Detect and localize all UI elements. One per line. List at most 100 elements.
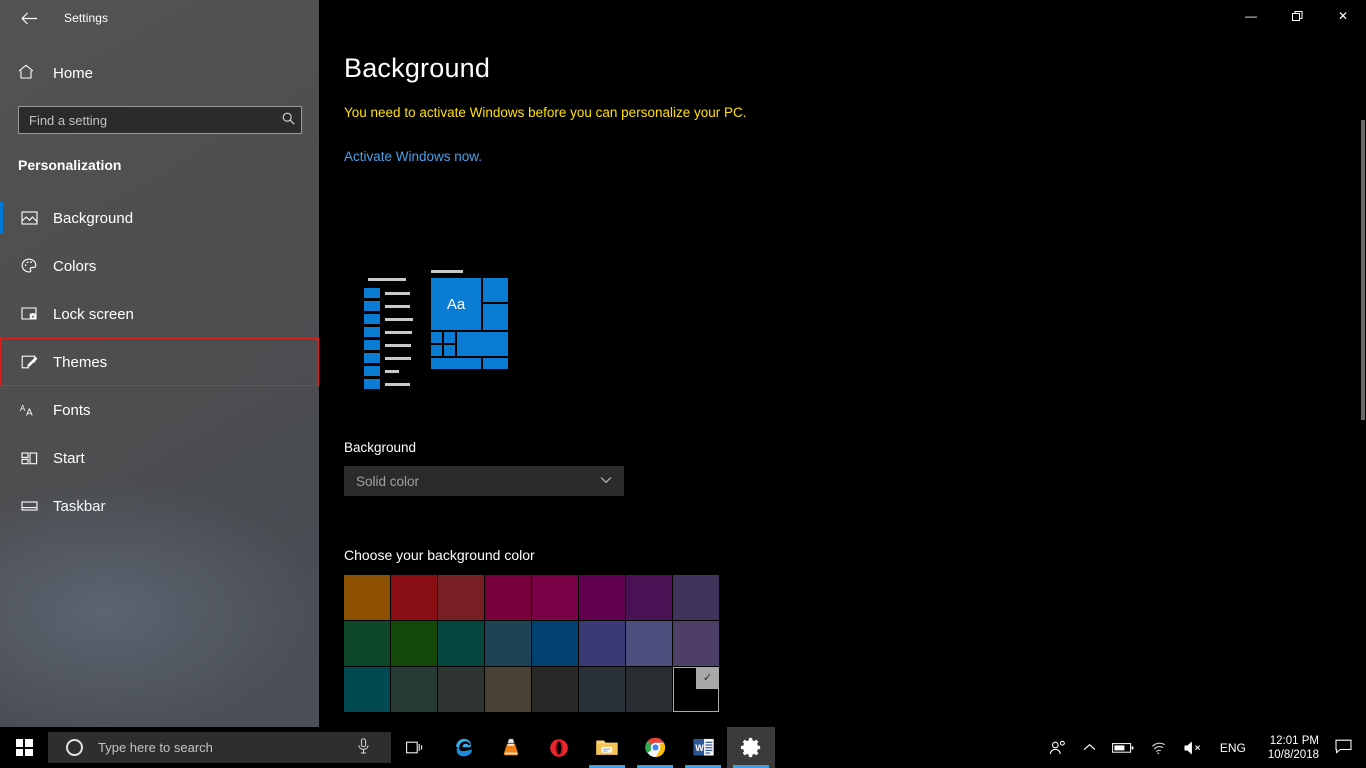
- background-field-label: Background: [344, 440, 416, 455]
- preview-tile: [457, 332, 508, 356]
- cortana-circle-icon[interactable]: [66, 739, 83, 756]
- sidebar-item-themes[interactable]: Themes: [0, 338, 319, 386]
- sidebar-item-colors[interactable]: Colors: [0, 242, 319, 290]
- image-icon: [18, 208, 40, 228]
- color-swatch[interactable]: [438, 667, 484, 712]
- maximize-button[interactable]: [1274, 0, 1320, 32]
- taskbar-search-box[interactable]: Type here to search: [48, 732, 391, 763]
- color-swatch[interactable]: [485, 621, 531, 666]
- color-swatch[interactable]: [485, 667, 531, 712]
- color-swatch[interactable]: [673, 621, 719, 666]
- sidebar-home-label: Home: [53, 65, 93, 82]
- app-title: Settings: [64, 11, 108, 25]
- preview-tile: [444, 345, 455, 356]
- start-menu-list-preview: [364, 278, 412, 378]
- clock-date: 10/8/2018: [1268, 748, 1319, 762]
- fonts-icon: A A: [18, 400, 40, 420]
- color-swatch[interactable]: [532, 575, 578, 620]
- color-swatch[interactable]: [438, 621, 484, 666]
- window-controls: — ✕: [1228, 0, 1366, 32]
- taskbar-app-word[interactable]: W: [679, 727, 727, 768]
- opera-icon: [548, 737, 570, 759]
- page-title: Background: [344, 53, 490, 84]
- wifi-icon[interactable]: [1142, 741, 1176, 755]
- color-swatch[interactable]: [438, 575, 484, 620]
- system-tray: ENG 12:01 PM 10/8/2018: [1041, 727, 1366, 768]
- notification-icon[interactable]: [1329, 739, 1366, 757]
- clock-time: 12:01 PM: [1268, 734, 1319, 748]
- color-swatch[interactable]: [579, 575, 625, 620]
- color-swatch[interactable]: [579, 621, 625, 666]
- color-swatch[interactable]: [391, 667, 437, 712]
- windows-logo-icon: [16, 739, 33, 756]
- sidebar-label-fonts: Fonts: [53, 402, 91, 419]
- chevron-up-icon[interactable]: [1075, 743, 1104, 752]
- gear-icon: [740, 736, 763, 759]
- search-box[interactable]: [18, 106, 302, 134]
- search-input[interactable]: [19, 113, 275, 128]
- task-view-button[interactable]: [391, 740, 439, 755]
- sidebar-item-taskbar[interactable]: Taskbar: [0, 482, 319, 530]
- color-swatch[interactable]: [344, 667, 390, 712]
- color-swatch[interactable]: [626, 667, 672, 712]
- speaker-muted-icon[interactable]: [1176, 741, 1212, 755]
- back-arrow-icon[interactable]: [6, 2, 52, 34]
- svg-text:W: W: [695, 743, 704, 753]
- taskbar-app-opera[interactable]: [535, 727, 583, 768]
- brush-icon: [18, 352, 40, 372]
- taskbar-app-vlc[interactable]: [487, 727, 535, 768]
- microphone-icon[interactable]: [358, 738, 369, 757]
- taskbar-app-edge[interactable]: [439, 727, 487, 768]
- language-indicator[interactable]: ENG: [1212, 741, 1254, 755]
- taskbar-icon: [18, 496, 40, 516]
- color-swatch[interactable]: [626, 575, 672, 620]
- color-swatch[interactable]: [391, 575, 437, 620]
- taskbar-app-file-explorer[interactable]: [583, 727, 631, 768]
- sidebar-label-start: Start: [53, 450, 85, 467]
- sidebar-item-lock-screen[interactable]: Lock screen: [0, 290, 319, 338]
- battery-icon[interactable]: [1104, 742, 1142, 754]
- sidebar-label-lock-screen: Lock screen: [53, 306, 134, 323]
- activation-warning: You need to activate Windows before you …: [344, 105, 747, 120]
- start-tiles-preview: Aa: [429, 270, 539, 378]
- vertical-scrollbar[interactable]: [1360, 32, 1366, 727]
- close-button[interactable]: ✕: [1320, 0, 1366, 32]
- sidebar-label-taskbar: Taskbar: [53, 498, 106, 515]
- clock[interactable]: 12:01 PM 10/8/2018: [1254, 734, 1329, 762]
- preview-tile: [431, 358, 481, 369]
- color-swatch-grid: ✓: [344, 575, 719, 712]
- word-icon: W: [692, 737, 715, 758]
- sidebar-item-background[interactable]: Background: [0, 194, 319, 242]
- sidebar-item-home[interactable]: Home: [0, 56, 319, 90]
- color-swatch[interactable]: [579, 667, 625, 712]
- preview-tile-aa: Aa: [431, 278, 481, 330]
- color-swatch[interactable]: [344, 575, 390, 620]
- background-type-value: Solid color: [344, 474, 600, 489]
- check-icon: ✓: [696, 667, 719, 689]
- lock-screen-icon: [18, 304, 40, 324]
- taskbar-app-chrome[interactable]: [631, 727, 679, 768]
- activate-windows-link[interactable]: Activate Windows now.: [344, 149, 482, 164]
- sidebar: Settings Home Personalization: [0, 0, 319, 727]
- taskbar-app-settings[interactable]: [727, 727, 775, 768]
- preview-tile: [483, 278, 508, 302]
- color-swatch[interactable]: [485, 575, 531, 620]
- color-swatch[interactable]: ✓: [673, 667, 719, 712]
- preview-tile: [483, 304, 508, 330]
- color-swatch[interactable]: [532, 621, 578, 666]
- minimize-button[interactable]: —: [1228, 0, 1274, 32]
- color-swatch[interactable]: [391, 621, 437, 666]
- people-icon[interactable]: [1041, 740, 1075, 756]
- sidebar-label-colors: Colors: [53, 258, 96, 275]
- sidebar-item-start[interactable]: Start: [0, 434, 319, 482]
- sidebar-item-fonts[interactable]: A A Fonts: [0, 386, 319, 434]
- start-button[interactable]: [0, 727, 48, 768]
- color-swatch[interactable]: [626, 621, 672, 666]
- background-type-dropdown[interactable]: Solid color: [344, 466, 624, 496]
- sidebar-label-themes: Themes: [53, 354, 107, 371]
- svg-text:A: A: [26, 407, 33, 417]
- color-swatch[interactable]: [673, 575, 719, 620]
- color-swatch[interactable]: [532, 667, 578, 712]
- color-swatch[interactable]: [344, 621, 390, 666]
- scrollbar-thumb[interactable]: [1361, 120, 1365, 420]
